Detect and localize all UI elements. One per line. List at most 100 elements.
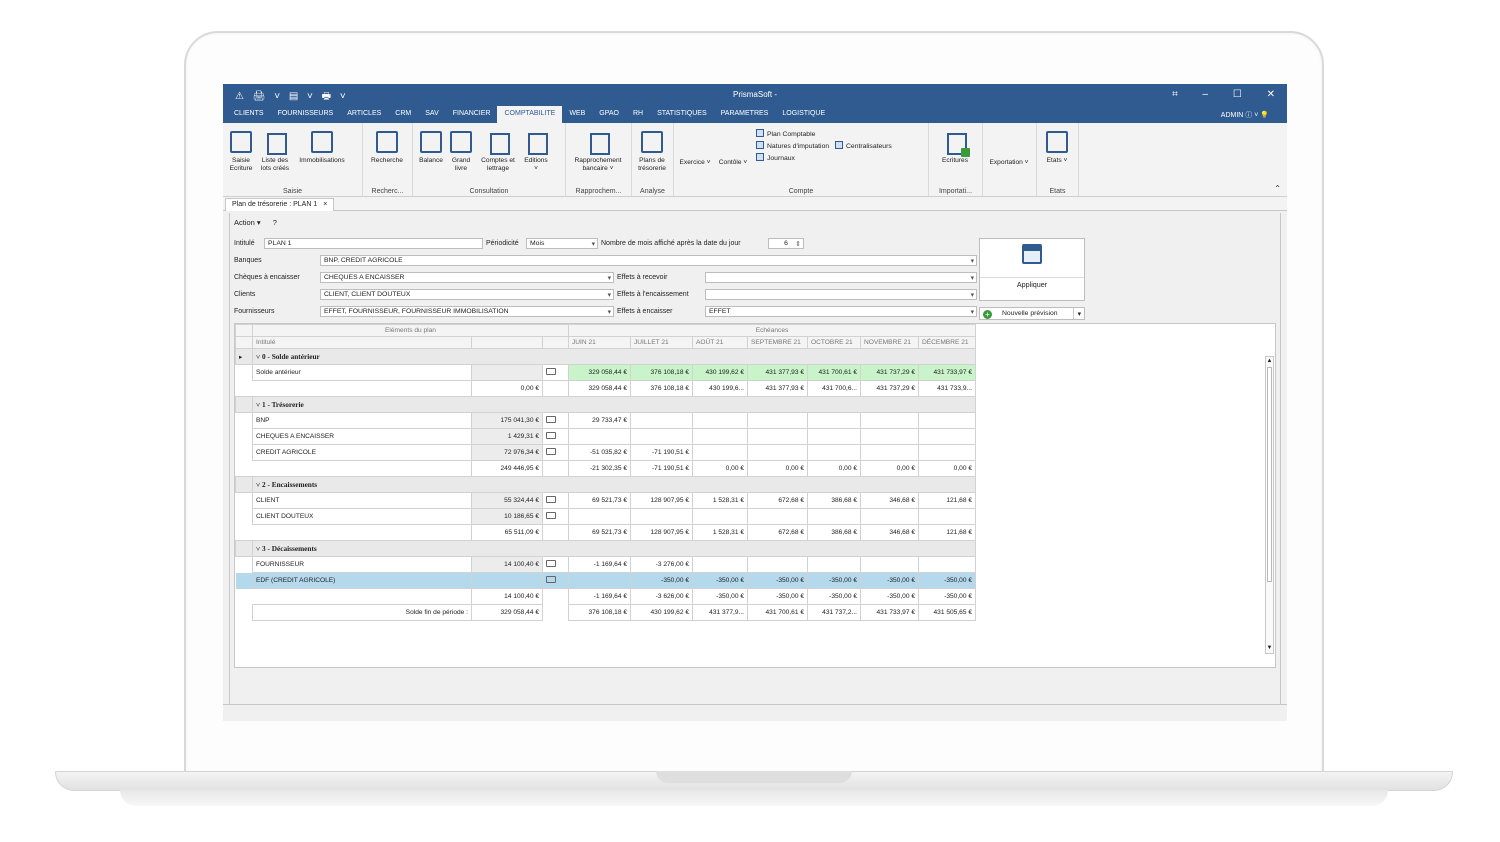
row-label[interactable]: EDF (CREDIT AGRICOLE)	[252, 572, 472, 589]
month-value[interactable]	[692, 556, 748, 573]
nouvelle-prevision-button[interactable]: + Nouvelle prévision ▾	[979, 307, 1085, 320]
rapprochement-button[interactable]: Rapprochement bancaire ˅	[568, 125, 628, 196]
document-icon-cell[interactable]	[542, 572, 569, 589]
row-label[interactable]: CHEQUES A ENCAISSER	[252, 428, 472, 445]
chevron-down-icon[interactable]: ▾	[1078, 310, 1081, 318]
month-value[interactable]: 431 700,61 €	[807, 364, 861, 381]
clients-select[interactable]: CLIENT, CLIENT DOUTEUX ▾	[320, 289, 614, 300]
month-value[interactable]: 431 737,29 €	[860, 364, 919, 381]
month-value[interactable]: 29 733,47 €	[568, 412, 631, 429]
fournisseurs-select[interactable]: EFFET, FOURNISSEUR, FOURNISSEUR IMMOBILI…	[320, 306, 614, 317]
month-value[interactable]	[692, 412, 748, 429]
chevron-down-icon[interactable]: ˅	[256, 352, 260, 361]
month-value[interactable]	[568, 428, 631, 445]
effets-encaisser-select[interactable]: EFFET ▾	[705, 306, 977, 317]
action-menu[interactable]: Action ▾	[234, 218, 261, 227]
section-title[interactable]: ˅ 3 - Décaissements	[252, 540, 976, 557]
document-icon-cell[interactable]	[542, 444, 569, 461]
month-value[interactable]: -350,00 €	[860, 572, 919, 589]
comptes-lettrage-button[interactable]: Comptes et lettrage	[475, 125, 521, 196]
liste-lots-button[interactable]: Liste des lots créés	[257, 125, 293, 196]
section-title[interactable]: ˅ 1 - Trésorerie	[252, 396, 976, 413]
month-value[interactable]	[747, 556, 808, 573]
month-value[interactable]: -3 276,00 €	[630, 556, 693, 573]
menu-crm[interactable]: CRM	[388, 106, 418, 123]
banques-select[interactable]: BNP, CREDIT AGRICOLE ▾	[320, 255, 977, 266]
section-title[interactable]: ˅ 2 - Encaissements	[252, 476, 976, 493]
column-header-month[interactable]: NOVEMBRE 21	[860, 336, 919, 349]
cheques-select[interactable]: CHEQUES A ENCAISSER ▾	[320, 272, 614, 283]
month-value[interactable]	[747, 508, 808, 525]
menu-web[interactable]: WEB	[562, 106, 592, 123]
close-tab-icon[interactable]: ×	[323, 201, 327, 208]
row-label[interactable]: CREDIT AGRICOLE	[252, 444, 472, 461]
scroll-down-icon[interactable]: ▼	[1266, 644, 1273, 653]
month-value[interactable]: 376 108,18 €	[630, 364, 693, 381]
month-value[interactable]	[918, 412, 976, 429]
column-header-month[interactable]: JUIN 21	[568, 336, 631, 349]
document-icon[interactable]	[546, 496, 556, 503]
maximize-button[interactable]: ☐	[1233, 89, 1242, 100]
month-value[interactable]	[692, 444, 748, 461]
month-value[interactable]	[918, 556, 976, 573]
menu-sav[interactable]: SAV	[418, 106, 446, 123]
document-icon[interactable]	[546, 448, 556, 455]
month-value[interactable]	[807, 444, 861, 461]
minimize-button[interactable]: –	[1203, 89, 1209, 100]
document-icon-cell[interactable]	[542, 428, 569, 445]
grand-livre-button[interactable]: Grand livre	[447, 125, 475, 196]
month-value[interactable]	[807, 428, 861, 445]
menu-comptabilite[interactable]: COMPTABILITE	[497, 106, 563, 123]
menu-parametres[interactable]: PARAMETRES	[714, 106, 776, 123]
document-icon[interactable]	[546, 560, 556, 567]
restore-layout-icon[interactable]: ⌗	[1172, 89, 1178, 100]
document-icon-cell[interactable]	[542, 364, 569, 381]
recherche-button[interactable]: Recherche	[365, 125, 409, 196]
month-value[interactable]: 672,68 €	[747, 492, 808, 509]
row-label[interactable]: FOURNISSEUR	[252, 556, 472, 573]
row-label[interactable]: Solde antérieur	[252, 364, 472, 381]
month-value[interactable]	[568, 508, 631, 525]
month-value[interactable]: -350,00 €	[692, 572, 748, 589]
month-value[interactable]: 121,68 €	[918, 492, 976, 509]
plans-tresorerie-button[interactable]: Plans de trésorerie	[634, 125, 670, 196]
month-value[interactable]	[918, 444, 976, 461]
row-label[interactable]: CLIENT DOUTEUX	[252, 508, 472, 525]
document-icon-cell[interactable]	[542, 508, 569, 525]
month-value[interactable]	[692, 508, 748, 525]
month-value[interactable]: 346,68 €	[860, 492, 919, 509]
effets-recevoir-select[interactable]: ▾	[705, 272, 977, 283]
menu-rh[interactable]: RH	[626, 106, 650, 123]
menu-clients[interactable]: CLIENTS	[227, 106, 271, 123]
document-icon[interactable]	[546, 512, 556, 519]
saisie-ecriture-button[interactable]: Saisie Ecriture	[225, 125, 257, 196]
centralisateurs-label[interactable]: Centralisateurs	[846, 143, 892, 150]
column-header-month[interactable]: OCTOBRE 21	[807, 336, 861, 349]
tab-plan-tresorerie[interactable]: Plan de trésorerie : PLAN 1 ×	[225, 198, 335, 211]
month-value[interactable]	[860, 508, 919, 525]
month-value[interactable]	[630, 412, 693, 429]
row-label[interactable]: BNP	[252, 412, 472, 429]
grid-vertical-scrollbar[interactable]: ▲ ▼	[1265, 356, 1274, 654]
document-icon-cell[interactable]	[542, 412, 569, 429]
month-value[interactable]	[860, 444, 919, 461]
month-value[interactable]	[568, 572, 631, 589]
document-icon[interactable]	[546, 576, 556, 583]
chevron-down-icon[interactable]: ˅	[256, 400, 260, 409]
document-icon-cell[interactable]	[542, 556, 569, 573]
month-value[interactable]: 128 907,95 €	[630, 492, 693, 509]
intitule-field[interactable]: PLAN 1	[264, 238, 483, 249]
document-icon-cell[interactable]	[542, 492, 569, 509]
close-button[interactable]: ✕	[1267, 89, 1275, 100]
chevron-down-icon[interactable]: ˅	[256, 480, 260, 489]
month-value[interactable]: 431 377,93 €	[747, 364, 808, 381]
section-title[interactable]: ˅ 0 - Solde antérieur	[252, 348, 976, 365]
plan-comptable-link[interactable]: Plan Comptable	[756, 129, 892, 141]
month-value[interactable]: -51 035,82 €	[568, 444, 631, 461]
etats-button[interactable]: Etats ˅	[1039, 125, 1075, 196]
month-value[interactable]: 430 199,62 €	[692, 364, 748, 381]
column-header-month[interactable]: DÉCEMBRE 21	[918, 336, 976, 349]
exportation-button[interactable]: Exportation ˅	[985, 125, 1033, 196]
column-header-month[interactable]: JUILLET 21	[630, 336, 693, 349]
row-label[interactable]: CLIENT	[252, 492, 472, 509]
